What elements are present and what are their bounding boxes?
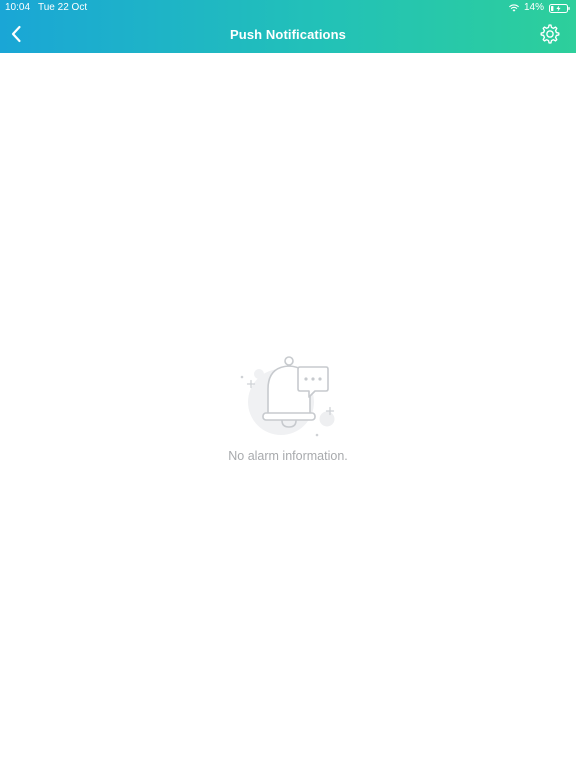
push-notifications-screen: 10:04 Tue 22 Oct 14% Push Notifications … xyxy=(0,0,576,768)
status-time: 10:04 xyxy=(5,2,31,13)
navigation-bar: Push Notifications xyxy=(0,16,576,53)
wifi-icon xyxy=(508,4,519,12)
status-date: Tue 22 Oct xyxy=(38,2,88,13)
header: 10:04 Tue 22 Oct 14% Push Notifications xyxy=(0,0,576,53)
battery-charging-icon xyxy=(549,3,570,13)
empty-state: No alarm information. xyxy=(0,350,576,470)
gear-icon xyxy=(540,24,560,44)
empty-message: No alarm information. xyxy=(228,449,348,463)
status-bar: 10:04 Tue 22 Oct 14% xyxy=(0,0,576,16)
status-indicators: 14% xyxy=(508,0,570,16)
page-title: Push Notifications xyxy=(230,27,346,42)
settings-button[interactable] xyxy=(538,22,562,46)
bell-with-message-icon xyxy=(240,356,335,437)
battery-percentage: 14% xyxy=(523,2,544,13)
